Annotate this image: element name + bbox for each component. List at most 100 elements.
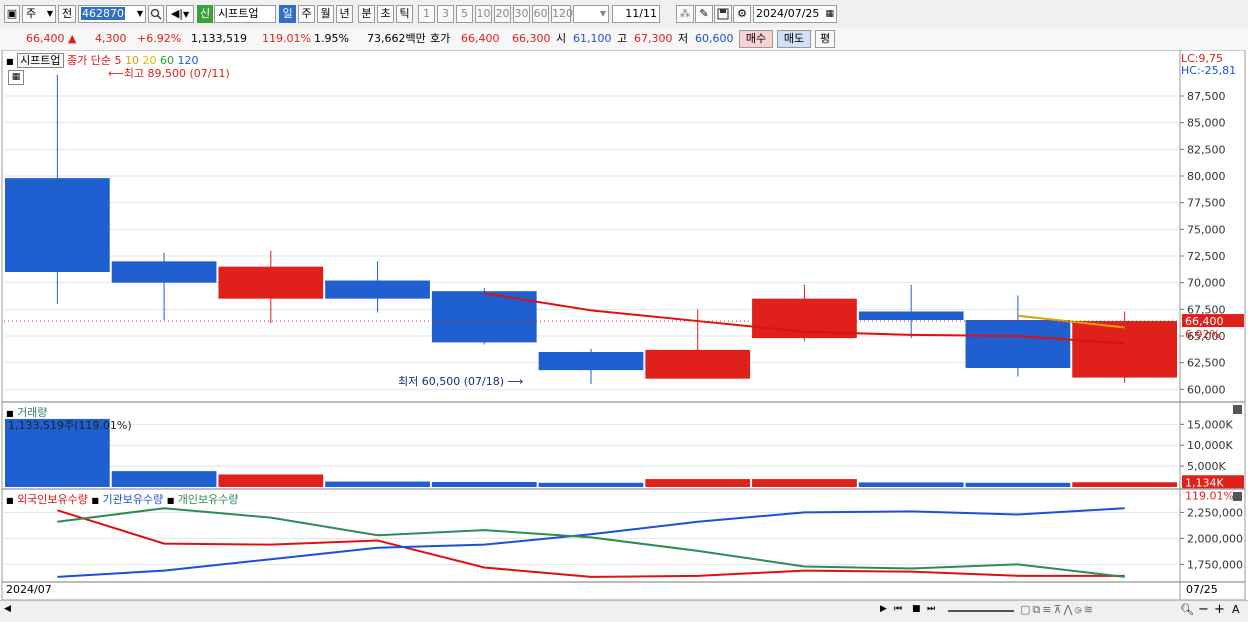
holdings-tick-label: 1,750,000 xyxy=(1187,558,1243,571)
candle-body xyxy=(538,352,644,371)
tab-week[interactable]: 주 xyxy=(298,5,315,23)
last-page-icon[interactable]: ⏭ xyxy=(927,604,935,614)
speaker-icon[interactable]: ◀|▼ xyxy=(166,5,194,23)
interval-30[interactable]: 30 xyxy=(513,5,530,23)
scroll-left-icon[interactable]: ◀ xyxy=(4,604,11,614)
ask-price: 66,400 xyxy=(461,32,500,45)
scroll-right-icon[interactable]: ▶ xyxy=(880,604,887,614)
holdings-panel-close-icon[interactable] xyxy=(1233,492,1242,501)
open-price: 61,100 xyxy=(573,32,612,45)
calendar-icon: ▦ xyxy=(825,9,834,19)
buy-button[interactable]: 매수 xyxy=(739,30,773,48)
chart-tools-icons[interactable]: ▢⧉≡⊼⋀⧁≋ xyxy=(1020,603,1095,617)
volume-panel-close-icon[interactable] xyxy=(1233,405,1242,414)
low-label: 저 xyxy=(678,32,689,45)
tab-month[interactable]: 월 xyxy=(317,5,334,23)
trade-amount: 73,662백만 xyxy=(367,32,426,45)
holdings-legend: ■ 외국인보유수량 ■ 기관보유수량 ■ 개인보유수량 xyxy=(6,491,239,507)
prev-button[interactable]: 전 xyxy=(58,5,76,23)
volume-info: 1,133,519주(119.01%) xyxy=(8,419,132,432)
legend-square-icon: ■ xyxy=(166,496,175,505)
draw-tool-icon[interactable]: ✎ xyxy=(695,5,713,23)
current-price-tag-text: 66,400 xyxy=(1185,315,1224,328)
tab-day[interactable]: 일 xyxy=(279,5,296,23)
interval-10[interactable]: 10 xyxy=(475,5,492,23)
high-label: 고 xyxy=(617,32,628,45)
window-menu-icon[interactable]: ▣ xyxy=(4,5,20,23)
period-type-select[interactable]: 주 ▼ xyxy=(22,5,56,23)
legend-square-icon: ■ xyxy=(91,496,99,505)
font-size-icon[interactable]: A xyxy=(1232,603,1240,616)
zoom-icon[interactable]: 🔍︎ xyxy=(1180,603,1194,616)
toolbar: ▣ 주 ▼ 전 462870 ▼ ◀|▼ 신 시프트업 일 주 월 년 분 초 틱… xyxy=(0,0,1248,29)
tab-minute[interactable]: 분 xyxy=(358,5,375,23)
stop-icon[interactable]: ■ xyxy=(912,604,921,614)
flat-button[interactable]: 평 xyxy=(815,30,835,48)
price-tick-label: 70,000 xyxy=(1187,277,1226,290)
volume-bar xyxy=(858,482,964,487)
interval-120[interactable]: 120 xyxy=(551,5,573,23)
interval-3[interactable]: 3 xyxy=(437,5,454,23)
quote-bar: 66,400 ▲ 4,300 +6.92% 1,133,519 119.01% … xyxy=(0,28,1248,51)
bottom-toolbar: ◀ ▶ ⏮ ■ ⏭ ▢⧉≡⊼⋀⧁≋ 🔍︎ − + A xyxy=(0,600,1248,622)
open-label: 시 xyxy=(556,32,567,45)
candle-body xyxy=(5,178,110,272)
zoom-out-icon[interactable]: − xyxy=(1198,602,1209,617)
chevron-down-icon: ▼ xyxy=(136,9,143,18)
interval-20[interactable]: 20 xyxy=(494,5,511,23)
stock-code-input[interactable]: 462870 ▼ xyxy=(78,5,146,23)
legend-institution: 기관보유수량 xyxy=(102,493,164,506)
volume-bar xyxy=(218,474,324,487)
volume-bar xyxy=(965,482,1071,487)
chart-svg: 87,500 85,000 82,500 80,000 77,500 75,000 72,5… xyxy=(1,50,1246,600)
volume-bar xyxy=(111,471,217,487)
volume-tick-label: 10,000K xyxy=(1187,439,1233,452)
min-price-note: 최저 60,500 (07/18) ⟶ xyxy=(398,375,524,388)
interval-60[interactable]: 60 xyxy=(532,5,549,23)
tab-year[interactable]: 년 xyxy=(336,5,353,23)
bid-ask-label: 호가 xyxy=(430,32,451,45)
zoom-slider[interactable] xyxy=(948,610,1014,612)
legend-square-icon: ■ xyxy=(6,496,14,505)
save-icon[interactable] xyxy=(714,5,732,23)
sell-button[interactable]: 매도 xyxy=(777,30,811,48)
holdings-tick-label: 2,000,000 xyxy=(1187,532,1243,545)
interval-5[interactable]: 5 xyxy=(456,5,473,23)
interval-1[interactable]: 1 xyxy=(418,5,435,23)
volume-bar xyxy=(1072,482,1177,487)
search-icon[interactable] xyxy=(148,5,164,23)
price-tick-label: 60,000 xyxy=(1187,383,1226,396)
turnover-rate: 1.95% xyxy=(314,32,349,45)
tab-tick[interactable]: 틱 xyxy=(396,5,413,23)
chart-area[interactable]: 87,500 85,000 82,500 80,000 77,500 75,000 72,5… xyxy=(0,50,1248,621)
arrow-right-icon: ⟶ xyxy=(507,375,524,388)
volume-tick-label: 5,000K xyxy=(1187,460,1226,473)
zoom-in-icon[interactable]: + xyxy=(1214,602,1225,617)
tab-second[interactable]: 초 xyxy=(377,5,394,23)
holdings-tick-label: 2,250,000 xyxy=(1187,506,1243,519)
stock-code-value: 462870 xyxy=(81,7,125,20)
first-page-icon[interactable]: ⏮ xyxy=(894,604,902,614)
count-field[interactable]: 11/11 xyxy=(612,5,660,23)
candle-body xyxy=(965,320,1071,368)
price-tick-label: 75,000 xyxy=(1187,223,1226,236)
price-tick-label: 77,500 xyxy=(1187,197,1226,210)
grid-toggle-icon[interactable]: ▦ xyxy=(8,70,24,85)
legend-ma-label: 종가 단순 xyxy=(67,54,112,67)
count-value: 11 xyxy=(625,7,640,20)
date-field[interactable]: 2024/07/25 ▦ xyxy=(753,5,837,23)
volume-bar xyxy=(645,479,751,487)
settings-gear-icon[interactable]: ⚙ xyxy=(733,5,751,23)
price-change: 4,300 xyxy=(95,32,127,45)
legend-individual: 개인보유수량 xyxy=(177,493,239,506)
compare-icon[interactable]: ⁂ xyxy=(676,5,694,23)
individual-holdings-line xyxy=(57,507,1125,578)
high-price: 67,300 xyxy=(634,32,673,45)
volume-tag-text: 1,134K xyxy=(1185,476,1224,489)
date-value: 2024/07/25 xyxy=(756,7,820,20)
candle-body xyxy=(645,349,751,379)
current-pct-tag-text: 6.92% xyxy=(1185,328,1220,341)
custom-interval-select[interactable]: ▼ xyxy=(573,5,609,23)
current-price: 66,400 ▲ xyxy=(26,32,77,45)
candle-body xyxy=(218,266,324,299)
